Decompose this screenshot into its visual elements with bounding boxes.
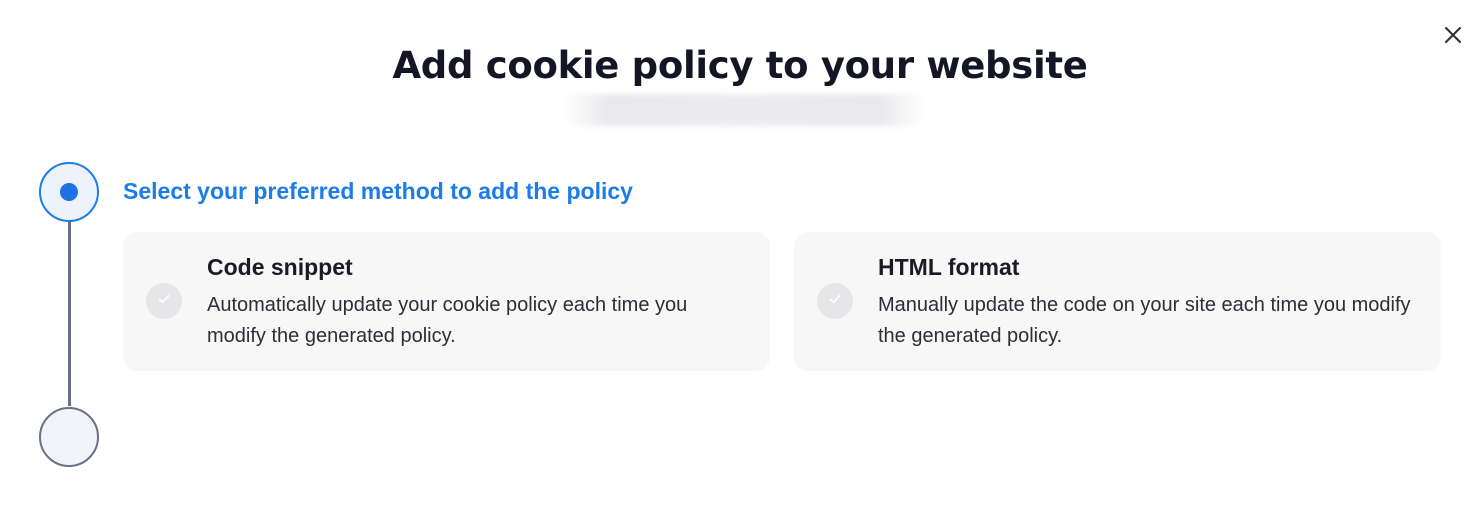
option-select-radio[interactable] xyxy=(146,283,182,319)
add-cookie-policy-dialog: Add cookie policy to your website Select… xyxy=(0,0,1480,508)
step-2-indicator xyxy=(39,407,99,467)
stepper-connector xyxy=(68,222,71,406)
step-1-indicator xyxy=(39,162,99,222)
option-select-radio[interactable] xyxy=(817,283,853,319)
step-active-dot xyxy=(60,183,78,201)
check-icon xyxy=(827,291,843,312)
step-1-heading: Select your preferred method to add the … xyxy=(123,178,633,204)
option-title: HTML format xyxy=(878,254,1020,280)
check-icon xyxy=(156,291,172,312)
option-card-html-format[interactable]: HTML format Manually update the code on … xyxy=(794,232,1441,371)
option-description: Automatically update your cookie policy … xyxy=(207,294,688,347)
dialog-title: Add cookie policy to your website xyxy=(392,44,1088,87)
option-card-code-snippet[interactable]: Code snippet Automatically update your c… xyxy=(123,232,770,371)
option-title: Code snippet xyxy=(207,254,353,280)
option-description: Manually update the code on your site ea… xyxy=(878,294,1411,347)
blurred-subtitle xyxy=(568,94,920,126)
